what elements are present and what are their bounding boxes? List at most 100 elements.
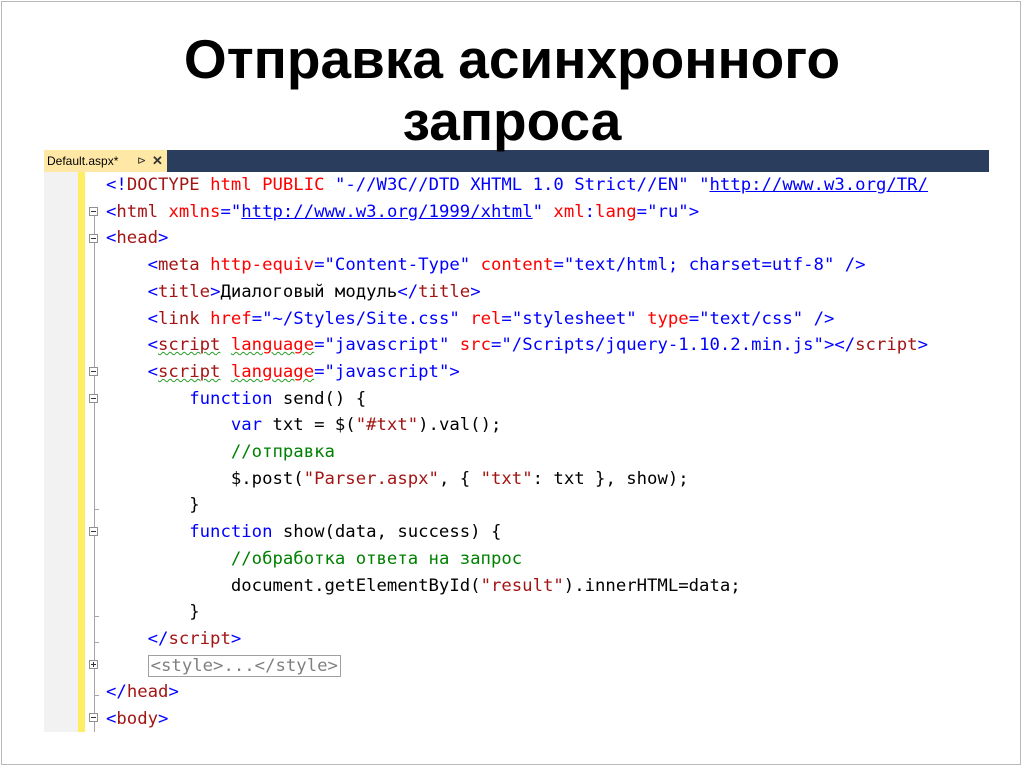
code-token: " — [699, 175, 710, 195]
code-token: DOCTYPE — [126, 175, 200, 195]
code-token: < — [147, 281, 159, 302]
code-token: = — [501, 308, 512, 329]
code-line[interactable]: document.getElementById("result").innerH… — [106, 573, 741, 600]
code-token: "Content-Type" — [324, 255, 471, 276]
collapse-show-function-icon[interactable] — [89, 527, 98, 536]
collapse-body-icon[interactable] — [89, 713, 98, 722]
outline-end-script — [94, 642, 99, 643]
collapse-send-function-icon[interactable] — [89, 394, 98, 403]
code-token: > — [158, 228, 169, 249]
code-token: head — [116, 228, 159, 249]
code-token: "Parser.aspx" — [303, 468, 439, 489]
close-icon[interactable]: ✕ — [152, 150, 163, 172]
collapse-script-icon[interactable] — [89, 367, 98, 376]
code-token: script — [158, 335, 221, 356]
code-line[interactable]: <body> — [106, 706, 168, 732]
code-token: "javascript" — [324, 335, 450, 356]
tab-default-aspx[interactable]: Default.aspx* ⊳ ✕ — [44, 150, 167, 172]
code-token: function — [189, 522, 273, 543]
code-token: "ru" — [647, 201, 689, 222]
code-token: Диалоговый модуль — [220, 281, 398, 302]
code-token: lang — [595, 201, 637, 222]
code-token: > — [688, 201, 700, 222]
code-token: "#txt" — [355, 415, 419, 436]
collapse-head-icon[interactable] — [89, 234, 98, 243]
code-token: "result" — [480, 575, 564, 596]
code-line[interactable]: function show(data, success) { — [106, 519, 501, 546]
code-token: //отправка — [230, 442, 335, 462]
code-token: link — [158, 308, 200, 329]
code-line[interactable]: <html xmlns="http://www.w3.org/1999/xhtm… — [106, 199, 699, 226]
code-token: script — [855, 335, 918, 356]
code-token: "-//W3C//DTD XHTML 1.0 Strict//EN" — [334, 175, 689, 195]
outline-end-send — [94, 509, 99, 510]
code-line[interactable]: //отправка — [106, 439, 335, 466]
code-token: meta — [158, 255, 200, 276]
code-line[interactable]: </head> — [106, 679, 179, 706]
outlining-margin — [85, 172, 99, 732]
code-token: > — [917, 335, 928, 356]
slide-title-line-2: запроса — [402, 90, 622, 152]
code-token: html — [210, 175, 252, 195]
code-line[interactable]: $.post("Parser.aspx", { "txt": txt }, sh… — [106, 466, 689, 493]
code-token: = — [491, 335, 502, 356]
code-token: href — [210, 308, 252, 329]
code-token: <! — [106, 175, 127, 195]
code-token: "text/css" — [699, 308, 804, 329]
code-token: </ — [147, 628, 169, 649]
code-token: html — [116, 201, 159, 222]
code-line[interactable]: <style>...</style> — [106, 653, 341, 680]
code-token: "text/html; charset=utf-8" — [563, 255, 835, 276]
change-tracking-bar — [78, 172, 85, 732]
code-token: < — [106, 709, 117, 729]
code-line[interactable]: <meta http-equiv="Content-Type" content=… — [106, 252, 866, 279]
code-line[interactable]: } — [106, 492, 199, 519]
code-token: http://www.w3.org/1999/xhtml — [241, 201, 533, 222]
code-token: = — [314, 255, 325, 276]
code-line[interactable]: <link href="~/Styles/Site.css" rel="styl… — [106, 306, 835, 333]
code-line[interactable]: <!DOCTYPE html PUBLIC "-//W3C//DTD XHTML… — [106, 172, 928, 199]
code-token: http-equiv — [210, 255, 315, 276]
code-token: "stylesheet" — [511, 308, 637, 329]
collapsed-region[interactable]: <style>...</style> — [147, 654, 341, 677]
code-line[interactable]: var txt = $("#txt").val(); — [106, 412, 502, 439]
code-line[interactable]: <title>Диалоговый модуль</title> — [106, 279, 481, 306]
outline-line-script — [94, 376, 95, 630]
pin-icon[interactable]: ⊳ — [137, 150, 146, 172]
code-token: language — [230, 361, 315, 382]
code-line[interactable]: </script> — [106, 626, 242, 653]
code-token: < — [106, 201, 117, 222]
code-line[interactable]: <head> — [106, 225, 168, 252]
code-token: script — [168, 628, 231, 649]
code-line[interactable]: //обработка ответа на запрос — [106, 546, 522, 573]
code-line[interactable]: <script language="javascript"> — [106, 359, 460, 386]
code-line[interactable]: <script language="javascript" src="/Scri… — [106, 332, 928, 359]
code-token: src — [459, 335, 491, 356]
code-line[interactable]: function send() { — [106, 386, 366, 413]
code-token: , { — [438, 468, 481, 489]
code-token: > — [210, 281, 221, 302]
code-token: < — [147, 335, 159, 356]
code-editor[interactable]: <!DOCTYPE html PUBLIC "-//W3C//DTD XHTML… — [44, 172, 989, 732]
collapse-html-icon[interactable] — [89, 207, 98, 216]
code-token: < — [147, 361, 159, 382]
code-token: > — [168, 682, 179, 703]
code-line[interactable]: } — [106, 599, 199, 626]
code-token: "javascript" — [324, 361, 450, 382]
code-token: title — [418, 281, 471, 302]
code-token: xml — [553, 201, 585, 222]
expand-style-icon[interactable] — [89, 660, 98, 669]
